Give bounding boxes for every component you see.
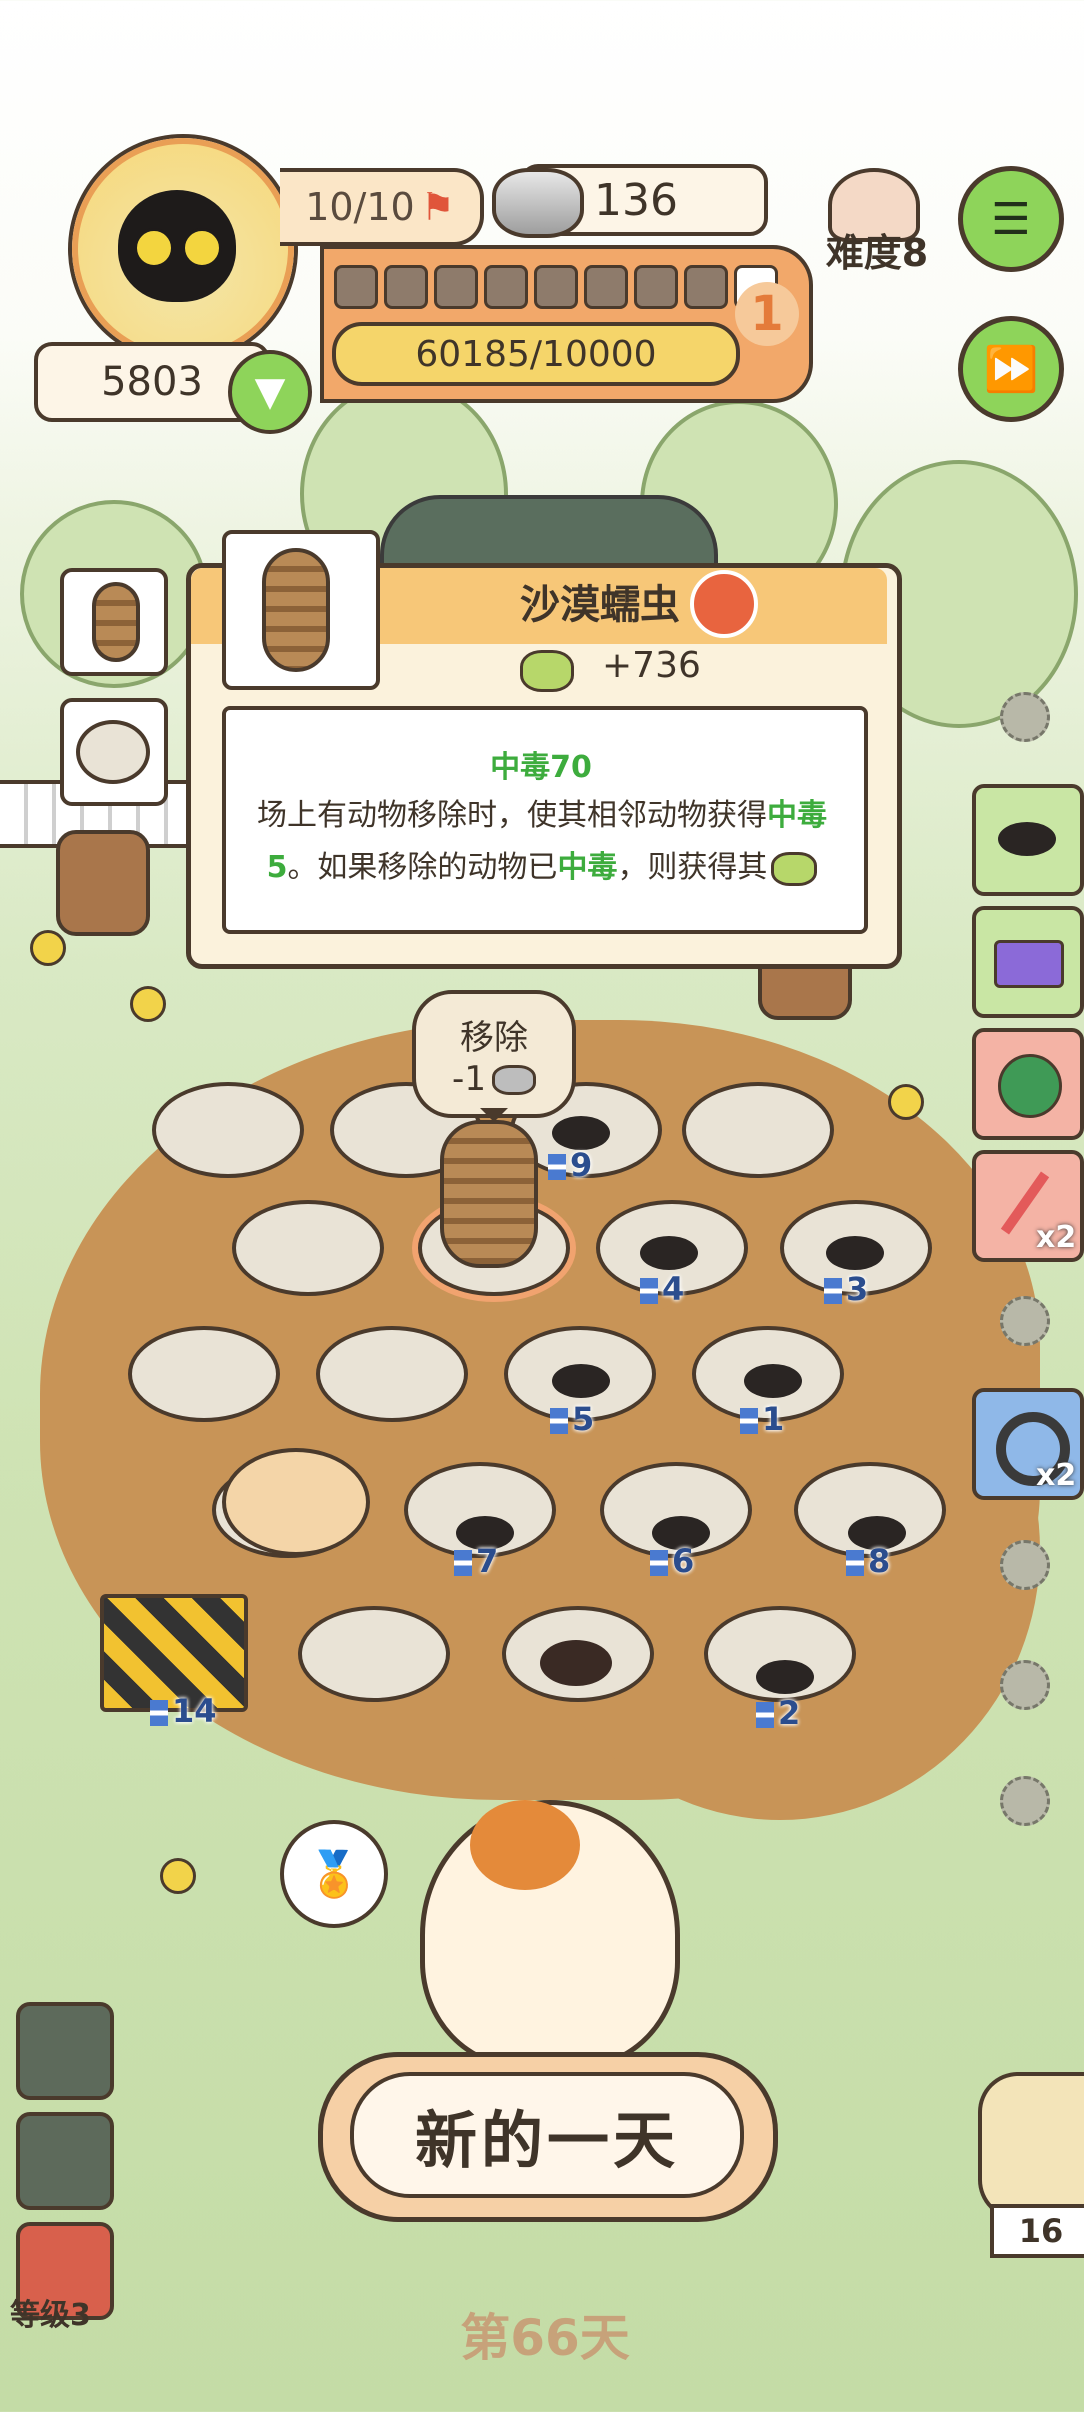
reward-icon [520,650,574,692]
field-plot[interactable] [232,1200,384,1296]
empty-slot-icon [1000,1660,1050,1710]
belt-multiplier: x2 [1036,1458,1077,1493]
remove-cost: -1 [452,1059,536,1099]
day-counter: 第66天 [460,2309,630,2367]
rarity-icon [690,570,758,638]
plot-timer: 9 [548,1146,592,1184]
card-icon [994,940,1064,988]
cat-patch [470,1800,580,1890]
lives-value: 10/10 [305,185,415,229]
lives-counter: 10/10 ⚑ [280,168,484,246]
plot-timer: 14 [150,1692,217,1730]
card-reward: +736 [602,645,842,686]
barrel [56,830,150,936]
gold-value: 5803 [101,359,203,405]
worm-icon [92,582,140,662]
effect-title: 中毒70 [490,750,592,785]
xp-bar: 60185/10000 [332,322,740,386]
cat-eye [134,228,174,268]
plot-timer: 6 [650,1542,694,1580]
plot-timer: 8 [846,1542,890,1580]
remove-label: 移除 [460,1017,528,1058]
progress-segment [334,265,378,309]
belt-item-slot[interactable]: x2 [972,1388,1084,1500]
wand-multiplier: x2 [1036,1220,1077,1255]
level-badge: 1 [735,282,799,346]
field-plot[interactable] [128,1326,280,1422]
plant-icon [998,1054,1062,1118]
worm-icon [262,548,330,672]
empty-slot-icon [1000,1776,1050,1826]
chevron-down-icon[interactable]: ▼ [228,350,312,434]
ant-icon[interactable] [640,1236,698,1270]
plant-item-slot[interactable] [972,1028,1084,1140]
rock-thumbnail[interactable] [60,698,168,806]
hamster[interactable] [222,1448,370,1556]
flower [160,1858,196,1894]
left-slot[interactable] [16,2112,114,2210]
owl-icon[interactable] [978,2072,1084,2220]
card-title: 沙漠蠕虫 [520,582,680,628]
house-roof [380,495,718,573]
progress-segment [584,265,628,309]
progress-segment [434,265,478,309]
desert-worm[interactable] [440,1120,538,1268]
progress-segment [384,265,428,309]
remove-bubble[interactable]: 移除 -1 [412,990,576,1122]
empty-slot-icon [1000,1296,1050,1346]
ant-icon[interactable] [552,1116,610,1150]
card-portrait [222,530,380,690]
black-cat-avatar [118,190,236,302]
plot-timer: 1 [740,1400,784,1438]
card-item-slot[interactable] [972,906,1084,1018]
effect-description: 场上有动物移除时，使其相邻动物获得中毒5。如果移除的动物已中毒，则获得其 [257,798,827,886]
spider-icon[interactable] [540,1640,612,1686]
flower [888,1084,924,1120]
rock-icon [76,720,150,784]
flag-icon: ⚑ [420,185,455,229]
progress-segment [684,265,728,309]
worm-thumbnail[interactable] [60,568,168,676]
progress-segment [484,265,528,309]
plot-timer: 2 [756,1694,800,1732]
new-day-button[interactable]: 新的一天 [350,2072,744,2198]
fast-forward-button[interactable]: ⏩ [958,316,1064,422]
ant-icon[interactable] [756,1660,814,1694]
empty-slot-icon [1000,692,1050,742]
level-label: 等级3 [10,2298,91,2333]
plot-timer: 4 [640,1270,684,1308]
flower [130,986,166,1022]
ant-icon[interactable] [552,1364,610,1398]
empty-slot-icon [1000,1540,1050,1590]
can-icon [491,1065,536,1095]
plot-timer: 5 [550,1400,594,1438]
menu-button[interactable]: ☰ [958,166,1064,272]
progress-segments [334,265,778,309]
progress-segment [634,265,678,309]
reward-icon [771,851,818,886]
field-plot[interactable] [152,1082,304,1178]
xp-value: 60185/10000 [415,333,657,375]
ant-icon [998,822,1056,856]
difficulty-label: 难度8 [825,231,929,275]
ant-icon[interactable] [826,1236,884,1270]
plot-timer: 3 [824,1270,868,1308]
field-plot[interactable] [298,1606,450,1702]
certificate-icon[interactable]: 🏅 [280,1820,388,1928]
field-plot[interactable] [316,1326,468,1422]
plot-timer: 7 [454,1542,498,1580]
progress-segment [534,265,578,309]
wand-item-slot[interactable]: x2 [972,1150,1084,1262]
cat-eye [182,228,222,268]
field-plot[interactable] [682,1082,834,1178]
left-slot[interactable] [16,2002,114,2100]
ant-item-slot[interactable] [972,784,1084,896]
cans-value: 136 [594,174,678,226]
reward-value: +736 [602,645,701,686]
ant-icon[interactable] [744,1364,802,1398]
owl-count: 16 [990,2204,1084,2258]
can-icon [492,168,584,238]
flower [30,930,66,966]
